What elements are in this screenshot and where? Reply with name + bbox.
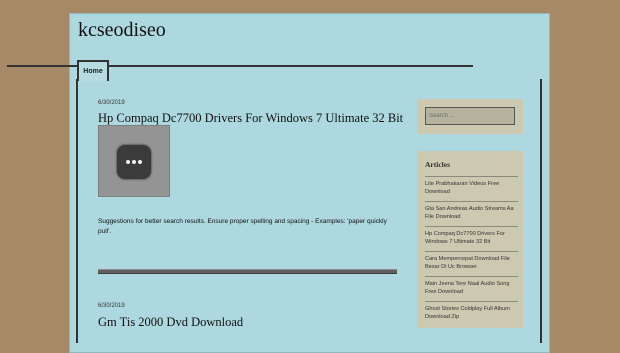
article-link[interactable]: Ghost Stories Coldplay Full Album Downlo… [425,301,518,326]
article-link[interactable]: Gta San Andreas Audio Streams Aa File Do… [425,201,518,226]
tab-home[interactable]: Home [77,60,109,81]
more-options-icon [117,145,151,179]
article-link[interactable]: Lite Prabhakaran Videos Free Download [425,176,518,201]
post-date: 6/30/2019 [98,100,125,106]
articles-widget: Articles Lite Prabhakaran Videos Free Do… [417,151,523,328]
article-link[interactable]: Hp Compaq Dc7700 Drivers For Windows 7 U… [425,226,518,251]
articles-title: Articles [425,160,450,169]
search-widget [417,99,523,134]
post-title[interactable]: Gm Tis 2000 Dvd Download [98,315,243,330]
post-date: 6/30/2019 [98,303,125,309]
post-title[interactable]: Hp Compaq Dc7700 Drivers For Windows 7 U… [98,111,403,126]
article-link[interactable]: Cara Mempercepat Download File Besar Di … [425,251,518,276]
post-separator [98,269,397,274]
post-snippet: Suggestions for better search results. E… [98,218,387,235]
search-input[interactable] [425,107,515,125]
site-title[interactable]: kcseodiseo [78,19,166,42]
article-link[interactable]: Main Jeena Tere Naal Audio Song Free Dow… [425,276,518,301]
article-list: Lite Prabhakaran Videos Free Download Gt… [425,176,518,326]
post-thumbnail[interactable] [98,125,170,197]
